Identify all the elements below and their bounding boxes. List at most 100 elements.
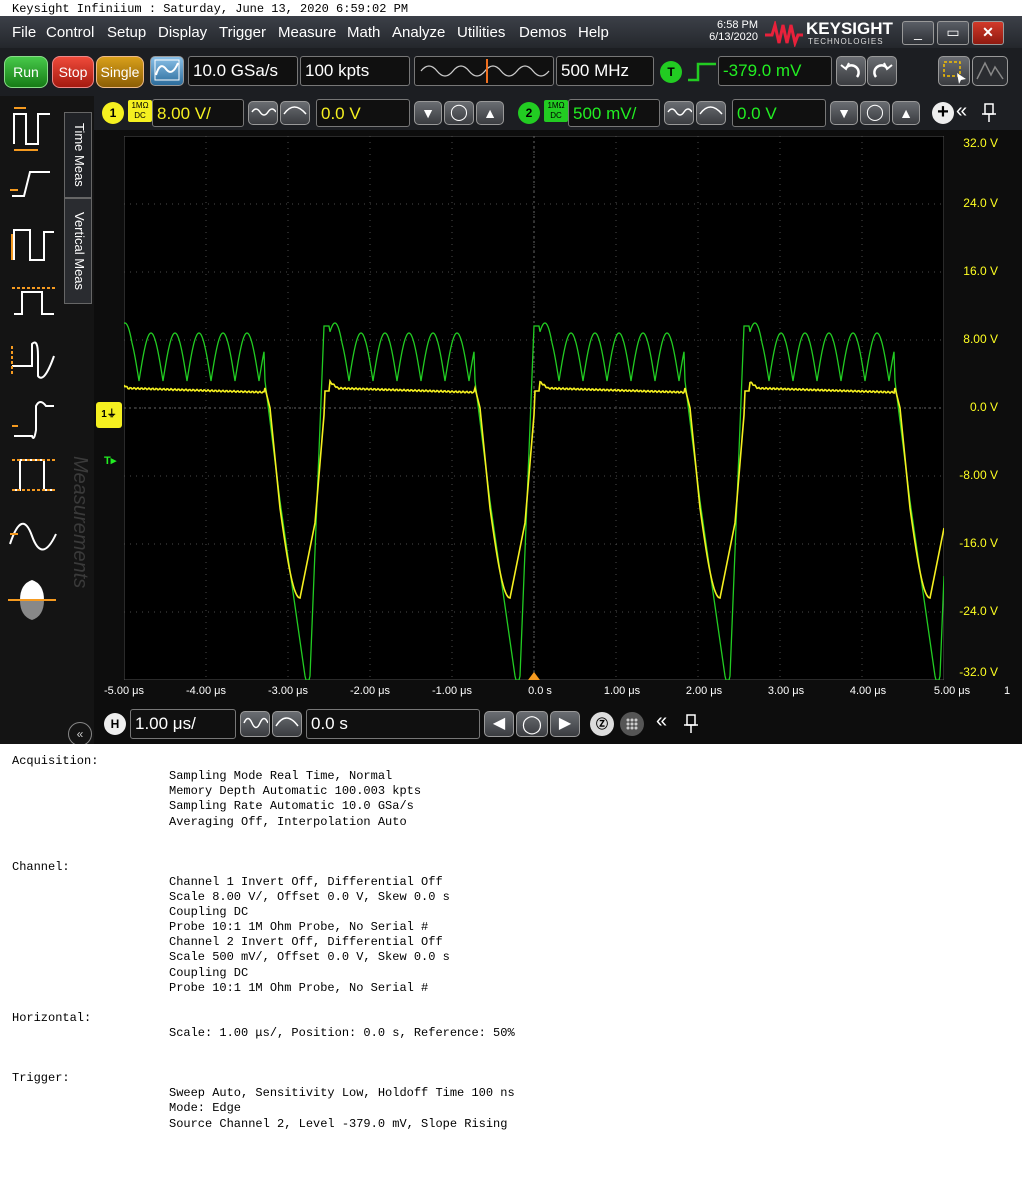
chevron-down-icon: ▼ (421, 105, 435, 121)
ch2-scale-up-button[interactable] (696, 101, 726, 125)
maximize-button[interactable]: ▭ (937, 21, 969, 45)
trigger-level-marker[interactable]: T▸ (104, 454, 116, 467)
report-line: Source Channel 2, Level -379.0 mV, Slope… (169, 1117, 508, 1131)
menu-math[interactable]: Math (347, 24, 380, 41)
zoom-button[interactable]: Ⓩ (590, 712, 614, 736)
add-channel-button[interactable]: + (932, 102, 954, 124)
clock: 6:58 PM 6/13/2020 (688, 19, 758, 43)
menu-help[interactable]: Help (578, 24, 609, 41)
ch2-badge[interactable]: 2 (518, 102, 540, 124)
grid-dots-button[interactable] (620, 712, 644, 736)
arrow-right-icon: ▸ (110, 455, 117, 467)
h-scale-up-button[interactable] (272, 711, 302, 737)
y-tick-label: -16.0 V (959, 536, 998, 550)
menu-trigger[interactable]: Trigger (219, 24, 266, 41)
redo-button[interactable] (867, 56, 897, 86)
pin-icon[interactable] (682, 713, 700, 735)
ch1-offset-down-button[interactable]: ▼ (414, 101, 442, 125)
ch2-scale-down-button[interactable] (664, 101, 694, 125)
collapse-left-icon[interactable]: « (656, 710, 667, 733)
wave-compress-icon (667, 108, 693, 116)
ch1-badge[interactable]: 1 (102, 102, 124, 124)
trigger-marker-label: T (104, 455, 111, 467)
horizontal-badge[interactable]: H (104, 713, 126, 735)
ch1-scale-up-button[interactable] (280, 101, 310, 125)
menu-display[interactable]: Display (158, 24, 207, 41)
zoom-box-button[interactable] (938, 56, 970, 86)
ch2-offset-zero-button[interactable]: ◯ (860, 101, 890, 125)
wave-expand-icon (699, 106, 723, 115)
ch2-scale-field[interactable]: 500 mV/ (568, 99, 660, 127)
touch-gesture-button[interactable] (972, 56, 1008, 86)
chevron-down-icon: ▼ (837, 105, 851, 121)
menu-measure[interactable]: Measure (278, 24, 336, 41)
ch1-scale-field[interactable]: 8.00 V/ (152, 99, 244, 127)
close-button[interactable]: ✕ (972, 21, 1004, 45)
stop-button[interactable]: Stop (52, 56, 94, 88)
horizontal-scale-field[interactable]: 1.00 μs/ (130, 709, 236, 739)
ch2-offset-up-button[interactable]: ▲ (892, 101, 920, 125)
ch1-offset-up-button[interactable]: ▲ (476, 101, 504, 125)
auto-scale-icon (154, 59, 180, 81)
collapse-left-icon[interactable]: « (956, 100, 967, 123)
timebase-overview[interactable] (414, 56, 554, 86)
horizontal-position-field[interactable]: 0.0 s (306, 709, 480, 739)
zoom-icon: Ⓩ (595, 717, 608, 731)
ch1-impedance: 1MΩ (131, 101, 149, 110)
x-tick-label: -4.00 μs (186, 685, 226, 697)
menu-setup[interactable]: Setup (107, 24, 146, 41)
menu-file[interactable]: File (12, 24, 36, 41)
amplitude-icon (11, 341, 55, 379)
bandwidth-field[interactable]: 500 MHz (556, 56, 654, 86)
ch1-offset-field[interactable]: 0.0 V (316, 99, 410, 127)
ch1-scale-down-button[interactable] (248, 101, 278, 125)
h-position-right-button[interactable]: ▶ (550, 711, 580, 737)
ch1-offset-zero-button[interactable]: ◯ (444, 101, 474, 125)
collapse-panel-button[interactable]: « (68, 722, 92, 744)
zero-icon: ◯ (521, 714, 543, 734)
report-line: Channel 2 Invert Off, Differential Off (169, 935, 443, 949)
waveform-graticule[interactable] (124, 136, 944, 680)
menu-utilities[interactable]: Utilities (457, 24, 505, 41)
run-button[interactable]: Run (4, 56, 48, 88)
y-tick-label: 0.0 V (969, 400, 998, 414)
tab-vertical-meas[interactable]: Vertical Meas (64, 198, 92, 304)
trigger-badge[interactable]: T (660, 61, 682, 83)
menu-bar: File Control Setup Display Trigger Measu… (0, 16, 1022, 48)
trigger-level-field[interactable]: -379.0 mV (718, 56, 832, 86)
h-position-left-button[interactable]: ◀ (484, 711, 514, 737)
ch2-offset-down-button[interactable]: ▼ (830, 101, 858, 125)
report-line: Mode: Edge (169, 1101, 242, 1115)
sample-rate-field[interactable]: 10.0 GSa/s (188, 56, 298, 86)
h-position-zero-button[interactable]: ◯ (516, 711, 548, 737)
tab-time-meas[interactable]: Time Meas (64, 112, 92, 198)
brand-name: KEYSIGHT (806, 19, 893, 38)
undo-button[interactable] (836, 56, 866, 86)
vtop-icon (12, 459, 56, 491)
vrms-icon (9, 523, 57, 551)
ch1-coupling-mode: DC (134, 111, 146, 120)
report-line: Sweep Auto, Sensitivity Low, Holdoff Tim… (169, 1086, 515, 1100)
menu-control[interactable]: Control (46, 24, 94, 41)
x-tick-label: -5.00 μs (104, 685, 144, 697)
h-scale-down-button[interactable] (240, 711, 270, 737)
menu-analyze[interactable]: Analyze (392, 24, 445, 41)
ch1-ground-marker[interactable]: 1⏚ (96, 402, 122, 428)
ch2-impedance: 1MΩ (547, 101, 565, 110)
minimize-button[interactable]: _ (902, 21, 934, 45)
report-trigger-title: Trigger: (12, 1071, 70, 1085)
report-line: Probe 10:1 1M Ohm Probe, No Serial # (169, 920, 429, 934)
report-line: Probe 10:1 1M Ohm Probe, No Serial # (169, 981, 429, 995)
memory-depth-field[interactable]: 100 kpts (300, 56, 410, 86)
chevron-right-icon: ▶ (558, 715, 572, 732)
clock-date: 6/13/2020 (709, 31, 758, 43)
undo-icon (840, 62, 860, 78)
menu-demos[interactable]: Demos (519, 24, 567, 41)
ch2-offset-field[interactable]: 0.0 V (732, 99, 826, 127)
single-button[interactable]: Single (96, 56, 144, 88)
y-tick-label: -32.0 V (959, 665, 998, 679)
report-line: Scale: 1.00 μs/, Position: 0.0 s, Refere… (169, 1026, 515, 1040)
pin-icon[interactable] (980, 102, 998, 124)
auto-scale-button[interactable] (150, 56, 184, 86)
x-tick-label: -3.00 μs (268, 685, 308, 697)
